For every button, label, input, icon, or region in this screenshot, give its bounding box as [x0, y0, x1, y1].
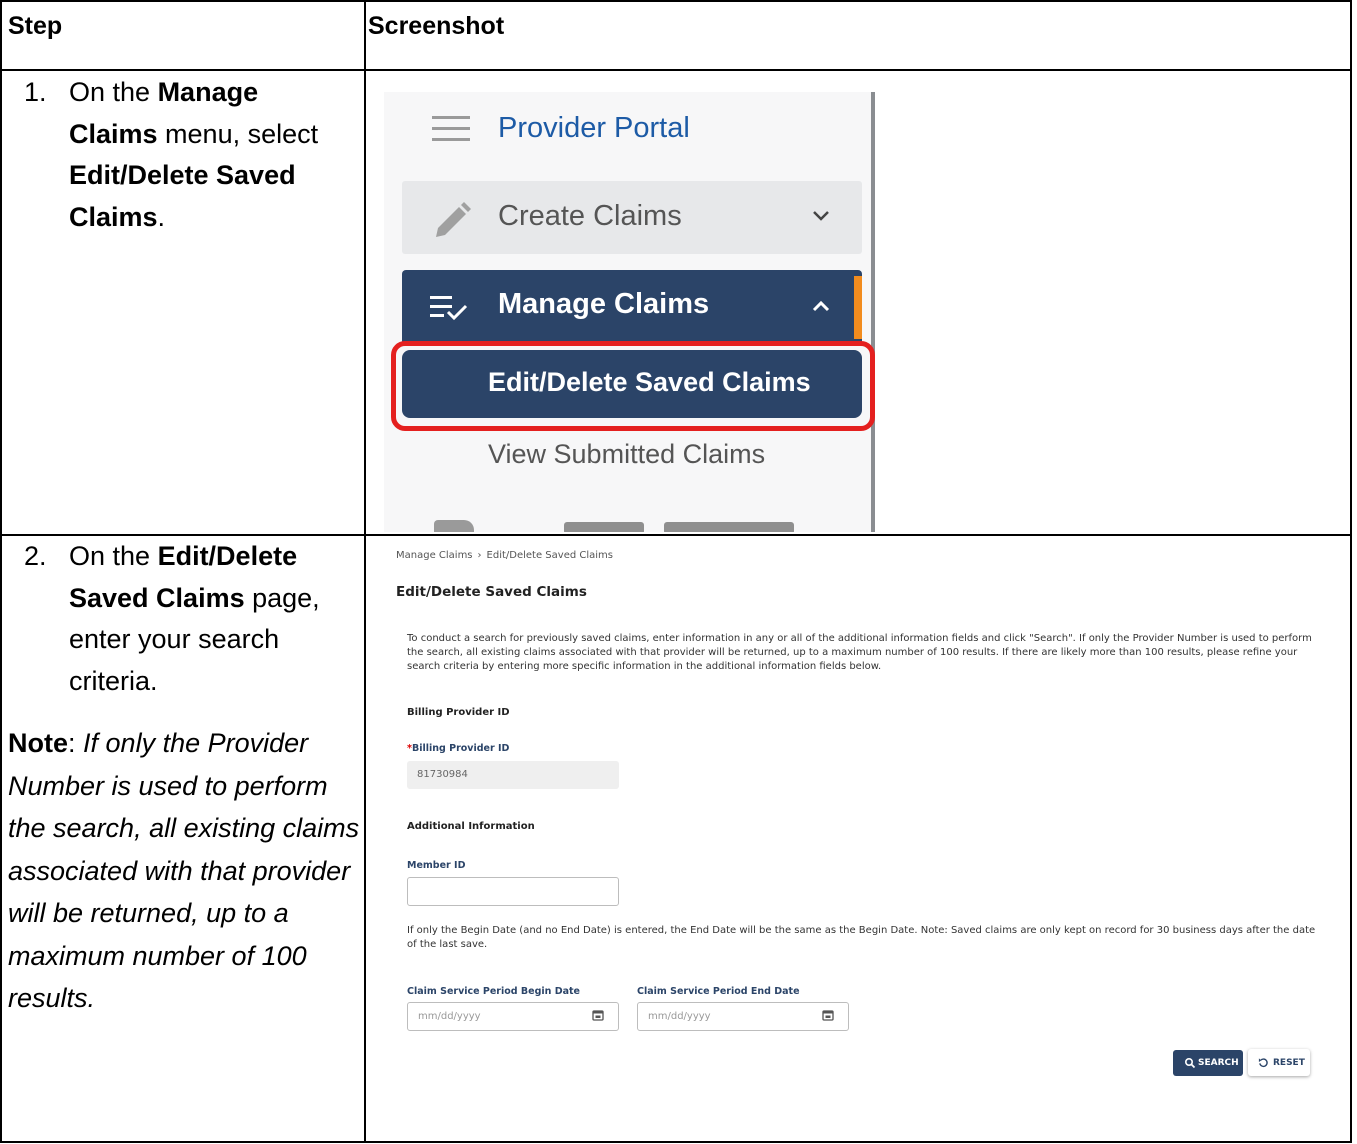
- step-2-text: On the Edit/Delete Saved Claims page, en…: [69, 541, 320, 696]
- header-step: Step: [8, 12, 63, 40]
- sidebar-screenshot: Provider Portal Create Claims Manage Cla…: [384, 92, 875, 532]
- partial-icon: [434, 520, 474, 532]
- step-1-number: 1.: [24, 77, 47, 107]
- table-border-header: [0, 69, 1352, 71]
- begin-date-label: Claim Service Period Begin Date: [407, 986, 580, 997]
- hamburger-icon[interactable]: [432, 116, 470, 142]
- begin-date-input[interactable]: mm/dd/yyyy: [407, 1002, 619, 1031]
- search-button[interactable]: SEARCH: [1173, 1050, 1243, 1076]
- sidebar-item-label: Create Claims: [498, 200, 682, 232]
- end-date-input[interactable]: mm/dd/yyyy: [637, 1002, 849, 1031]
- section-billing-provider: Billing Provider ID: [407, 707, 510, 718]
- sidebar-item-edit-delete-saved-claims[interactable]: Edit/Delete Saved Claims: [402, 350, 862, 418]
- sidebar-item-create-claims[interactable]: Create Claims: [402, 181, 862, 254]
- active-accent-bar: [854, 276, 862, 339]
- instruction-table: Step Screenshot 1. On the Manage Claims …: [0, 0, 1357, 1144]
- manage-list-icon: [430, 296, 468, 321]
- sidebar-edge: [871, 92, 875, 532]
- table-border-left: [0, 0, 2, 1143]
- step-2-number: 2.: [24, 541, 47, 571]
- billing-provider-label: *Billing Provider ID: [407, 743, 510, 754]
- date-help-text: If only the Begin Date (and no End Date)…: [407, 925, 1316, 950]
- sidebar-item-label: Edit/Delete Saved Claims: [488, 367, 811, 397]
- breadcrumb: Manage Claims › Edit/Delete Saved Claims: [396, 550, 613, 561]
- calendar-icon[interactable]: [592, 1009, 604, 1021]
- reset-icon: [1258, 1058, 1268, 1068]
- sidebar-item-view-submitted-claims[interactable]: View Submitted Claims: [488, 439, 765, 470]
- header-screenshot: Screenshot: [368, 12, 505, 40]
- reset-button[interactable]: RESET: [1248, 1049, 1310, 1076]
- chevron-down-icon: [813, 211, 829, 221]
- breadcrumb-item: Edit/Delete Saved Claims: [486, 550, 613, 561]
- step-2-note: Note: If only the Provider Number is use…: [8, 728, 360, 1013]
- form-screenshot: Manage Claims › Edit/Delete Saved Claims E…: [384, 540, 1324, 1085]
- sidebar-item-manage-claims[interactable]: Manage Claims: [402, 270, 862, 343]
- table-border-right: [1350, 0, 1352, 1143]
- reset-button-label: RESET: [1273, 1058, 1305, 1068]
- pencil-icon: [436, 202, 471, 237]
- search-icon: [1184, 1057, 1196, 1069]
- member-id-input[interactable]: [407, 877, 619, 906]
- billing-provider-field: 81730984: [407, 761, 619, 789]
- intro-text: To conduct a search for previously saved…: [407, 633, 1312, 672]
- page-title: Edit/Delete Saved Claims: [396, 584, 587, 600]
- breadcrumb-item[interactable]: Manage Claims: [396, 550, 473, 561]
- table-border-top: [0, 0, 1352, 2]
- table-border-middle: [364, 0, 366, 1143]
- search-button-label: SEARCH: [1198, 1058, 1239, 1068]
- end-date-label: Claim Service Period End Date: [637, 986, 800, 997]
- member-id-label: Member ID: [407, 860, 466, 871]
- table-border-bottom: [0, 1141, 1352, 1143]
- partial-item-cut-off: [564, 522, 844, 532]
- calendar-icon[interactable]: [822, 1009, 834, 1021]
- section-additional-information: Additional Information: [407, 821, 535, 832]
- step-1-text: On the Manage Claims menu, select Edit/D…: [69, 77, 319, 232]
- portal-title[interactable]: Provider Portal: [498, 112, 690, 145]
- sidebar-item-label: Manage Claims: [498, 288, 710, 320]
- chevron-up-icon: [812, 300, 830, 312]
